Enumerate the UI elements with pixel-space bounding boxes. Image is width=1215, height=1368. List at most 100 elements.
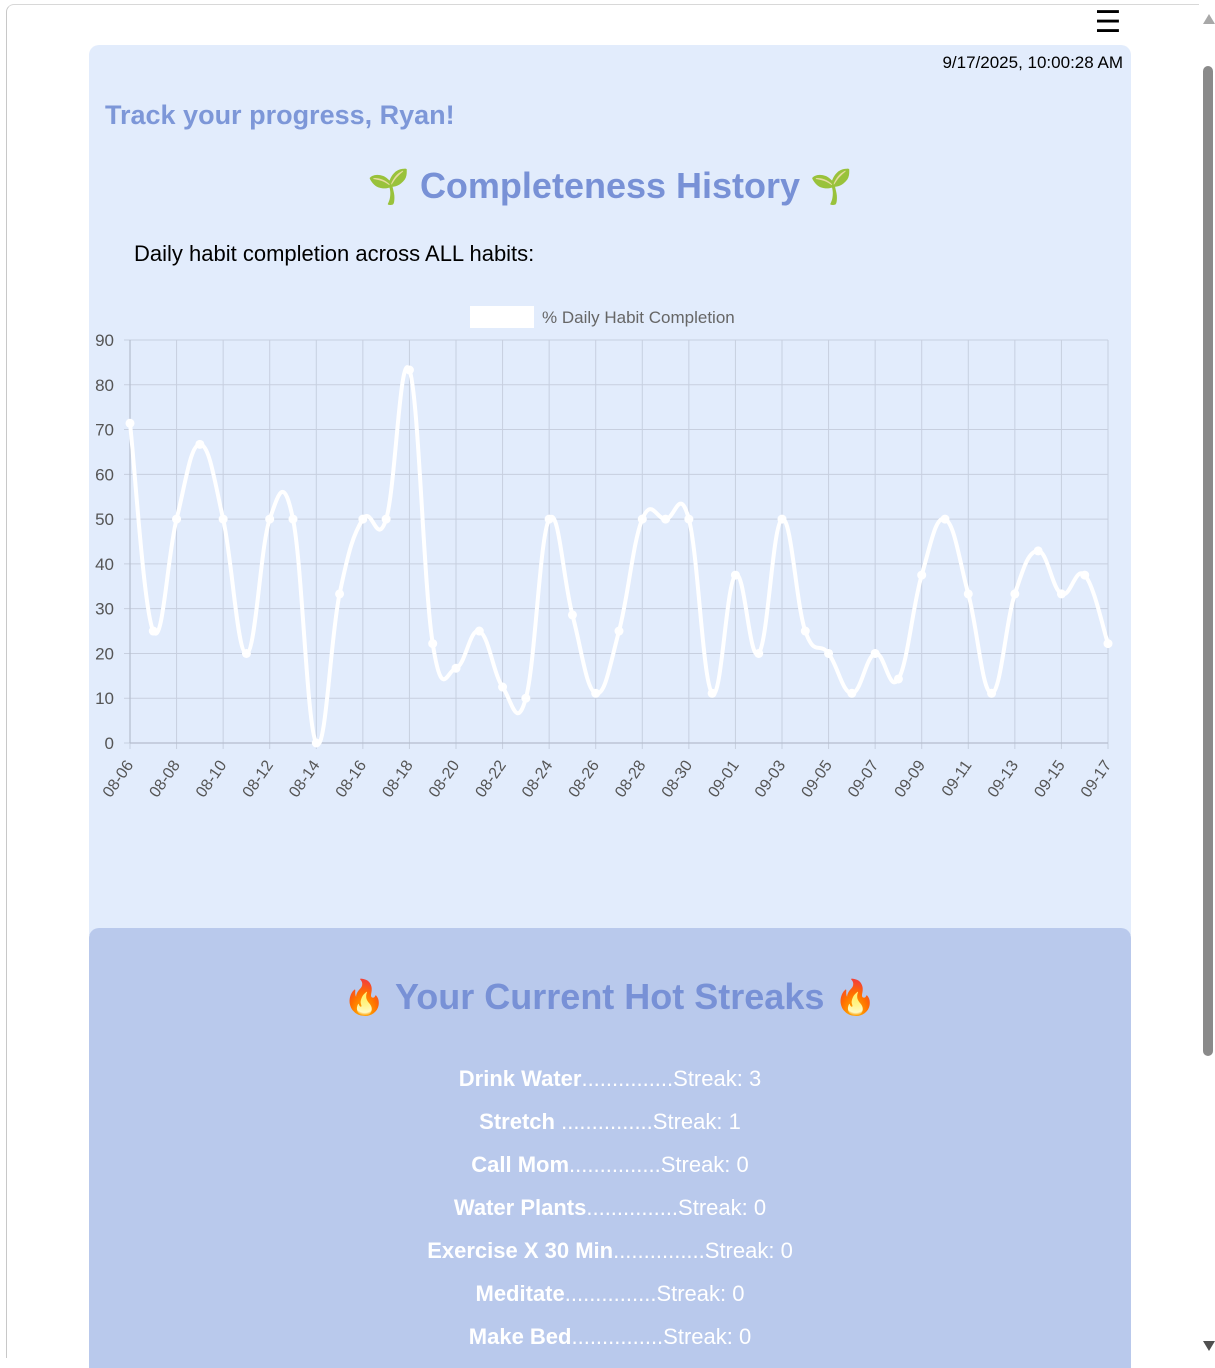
chart-series: [125, 365, 1113, 748]
scroll-up-arrow-icon[interactable]: [1203, 14, 1215, 24]
data-point: [358, 514, 368, 524]
chart-grid: [124, 339, 1109, 749]
y-tick-label: 10: [95, 689, 114, 708]
data-point: [404, 365, 414, 375]
streak-count: Streak: 0: [663, 1324, 752, 1349]
data-point: [451, 663, 461, 673]
y-tick-label: 70: [95, 421, 114, 440]
data-point: [800, 626, 810, 636]
data-point: [893, 674, 903, 684]
dot-leader: ...............: [581, 1066, 674, 1091]
legend-label: % Daily Habit Completion: [542, 308, 735, 327]
x-tick-label: 09-05: [798, 757, 835, 800]
data-point: [963, 589, 973, 599]
streak-count: Streak: 0: [660, 1152, 749, 1177]
data-point: [987, 688, 997, 698]
dot-leader: ...............: [569, 1152, 661, 1177]
dot-leader: ...............: [586, 1195, 679, 1220]
streak-row: Meditate...............Streak: 0: [89, 1279, 1131, 1322]
data-point: [1033, 546, 1043, 556]
data-point: [544, 514, 554, 524]
data-point: [824, 648, 834, 658]
data-point: [381, 514, 391, 524]
data-point: [777, 514, 787, 524]
data-point: [1080, 570, 1090, 580]
data-point: [1010, 589, 1020, 599]
y-tick-label: 0: [105, 734, 114, 753]
x-tick-label: 08-22: [472, 757, 509, 800]
x-tick-label: 08-28: [612, 757, 649, 800]
data-point: [754, 648, 764, 658]
data-point: [335, 589, 345, 599]
data-point: [148, 626, 158, 636]
streak-count: Streak: 0: [704, 1238, 793, 1263]
data-point: [521, 693, 531, 703]
streak-count: Streak: 1: [652, 1109, 741, 1134]
streak-list: Drink Water...............Streak: 3 Stre…: [89, 1064, 1131, 1365]
dot-leader: ...............: [564, 1281, 657, 1306]
data-point: [591, 688, 601, 698]
habit-name: Exercise X 30 Min: [427, 1238, 614, 1263]
hamburger-menu-icon[interactable]: ☰: [1093, 8, 1123, 38]
streak-count: Streak: 3: [673, 1066, 762, 1091]
x-tick-label: 08-18: [379, 757, 416, 800]
data-point: [311, 738, 321, 748]
x-tick-label: 08-26: [566, 757, 603, 800]
progress-panel: 9/17/2025, 10:00:28 AM Track your progre…: [89, 45, 1131, 935]
fire-icon: 🔥: [343, 978, 386, 1018]
chart-legend[interactable]: % Daily Habit Completion: [470, 306, 735, 328]
data-point: [241, 648, 251, 658]
data-point: [474, 626, 484, 636]
data-point: [707, 688, 717, 698]
streak-row: Call Mom...............Streak: 0: [89, 1150, 1131, 1193]
x-tick-label: 09-11: [939, 757, 976, 799]
y-tick-label: 90: [95, 331, 114, 350]
legend-swatch: [470, 306, 534, 328]
habit-name: Meditate: [475, 1281, 565, 1306]
series-line: [128, 365, 1110, 747]
data-point: [1056, 589, 1066, 599]
data-point: [917, 570, 927, 580]
x-axis-ticks: 08-06 08-08 08-10 08-12 08-14 08-16 08-18 08-20…: [100, 757, 1115, 800]
streak-row: Make Bed...............Streak: 0: [89, 1322, 1131, 1365]
x-tick-label: 08-20: [426, 757, 463, 800]
data-point: [195, 439, 205, 449]
scrollbar-thumb[interactable]: [1203, 66, 1213, 1056]
x-tick-label: 09-13: [985, 757, 1022, 800]
x-tick-label: 09-03: [752, 757, 789, 800]
scroll-down-arrow-icon[interactable]: [1203, 1341, 1215, 1351]
y-tick-label: 40: [95, 555, 114, 574]
habit-name: Drink Water: [458, 1066, 582, 1091]
data-point: [940, 514, 950, 524]
dot-leader: ...............: [571, 1324, 664, 1349]
fire-icon: 🔥: [834, 978, 877, 1018]
data-point: [265, 514, 275, 524]
data-point: [1103, 639, 1113, 649]
data-point: [614, 626, 624, 636]
streak-row: Exercise X 30 Min...............Streak: …: [89, 1236, 1131, 1279]
y-tick-label: 30: [95, 600, 114, 619]
streak-count: Streak: 0: [656, 1281, 745, 1306]
x-tick-label: 08-14: [286, 757, 323, 800]
data-point: [125, 418, 135, 428]
x-tick-label: 08-08: [146, 757, 183, 800]
x-tick-label: 08-16: [333, 757, 370, 800]
data-point: [847, 688, 857, 698]
x-tick-label: 09-01: [705, 757, 742, 800]
data-point: [567, 610, 577, 620]
habit-name: Water Plants: [453, 1195, 587, 1220]
streak-count: Streak: 0: [678, 1195, 767, 1220]
x-tick-label: 08-06: [100, 757, 137, 800]
hot-streaks-panel: 🔥 Your Current Hot Streaks 🔥 Drink Water…: [89, 928, 1131, 1368]
data-point: [870, 648, 880, 658]
habit-name: Make Bed: [468, 1324, 572, 1349]
x-tick-label: 09-09: [892, 757, 929, 800]
data-point: [684, 514, 694, 524]
x-tick-label: 09-15: [1031, 757, 1068, 800]
y-tick-label: 50: [95, 510, 114, 529]
data-point: [218, 514, 228, 524]
vertical-scrollbar[interactable]: [1199, 4, 1215, 1357]
streak-row: Water Plants...............Streak: 0: [89, 1193, 1131, 1236]
hot-streaks-title: 🔥 Your Current Hot Streaks 🔥: [89, 976, 1131, 1018]
browser-window: ☰ 9/17/2025, 10:00:28 AM Track your prog…: [6, 4, 1215, 1368]
